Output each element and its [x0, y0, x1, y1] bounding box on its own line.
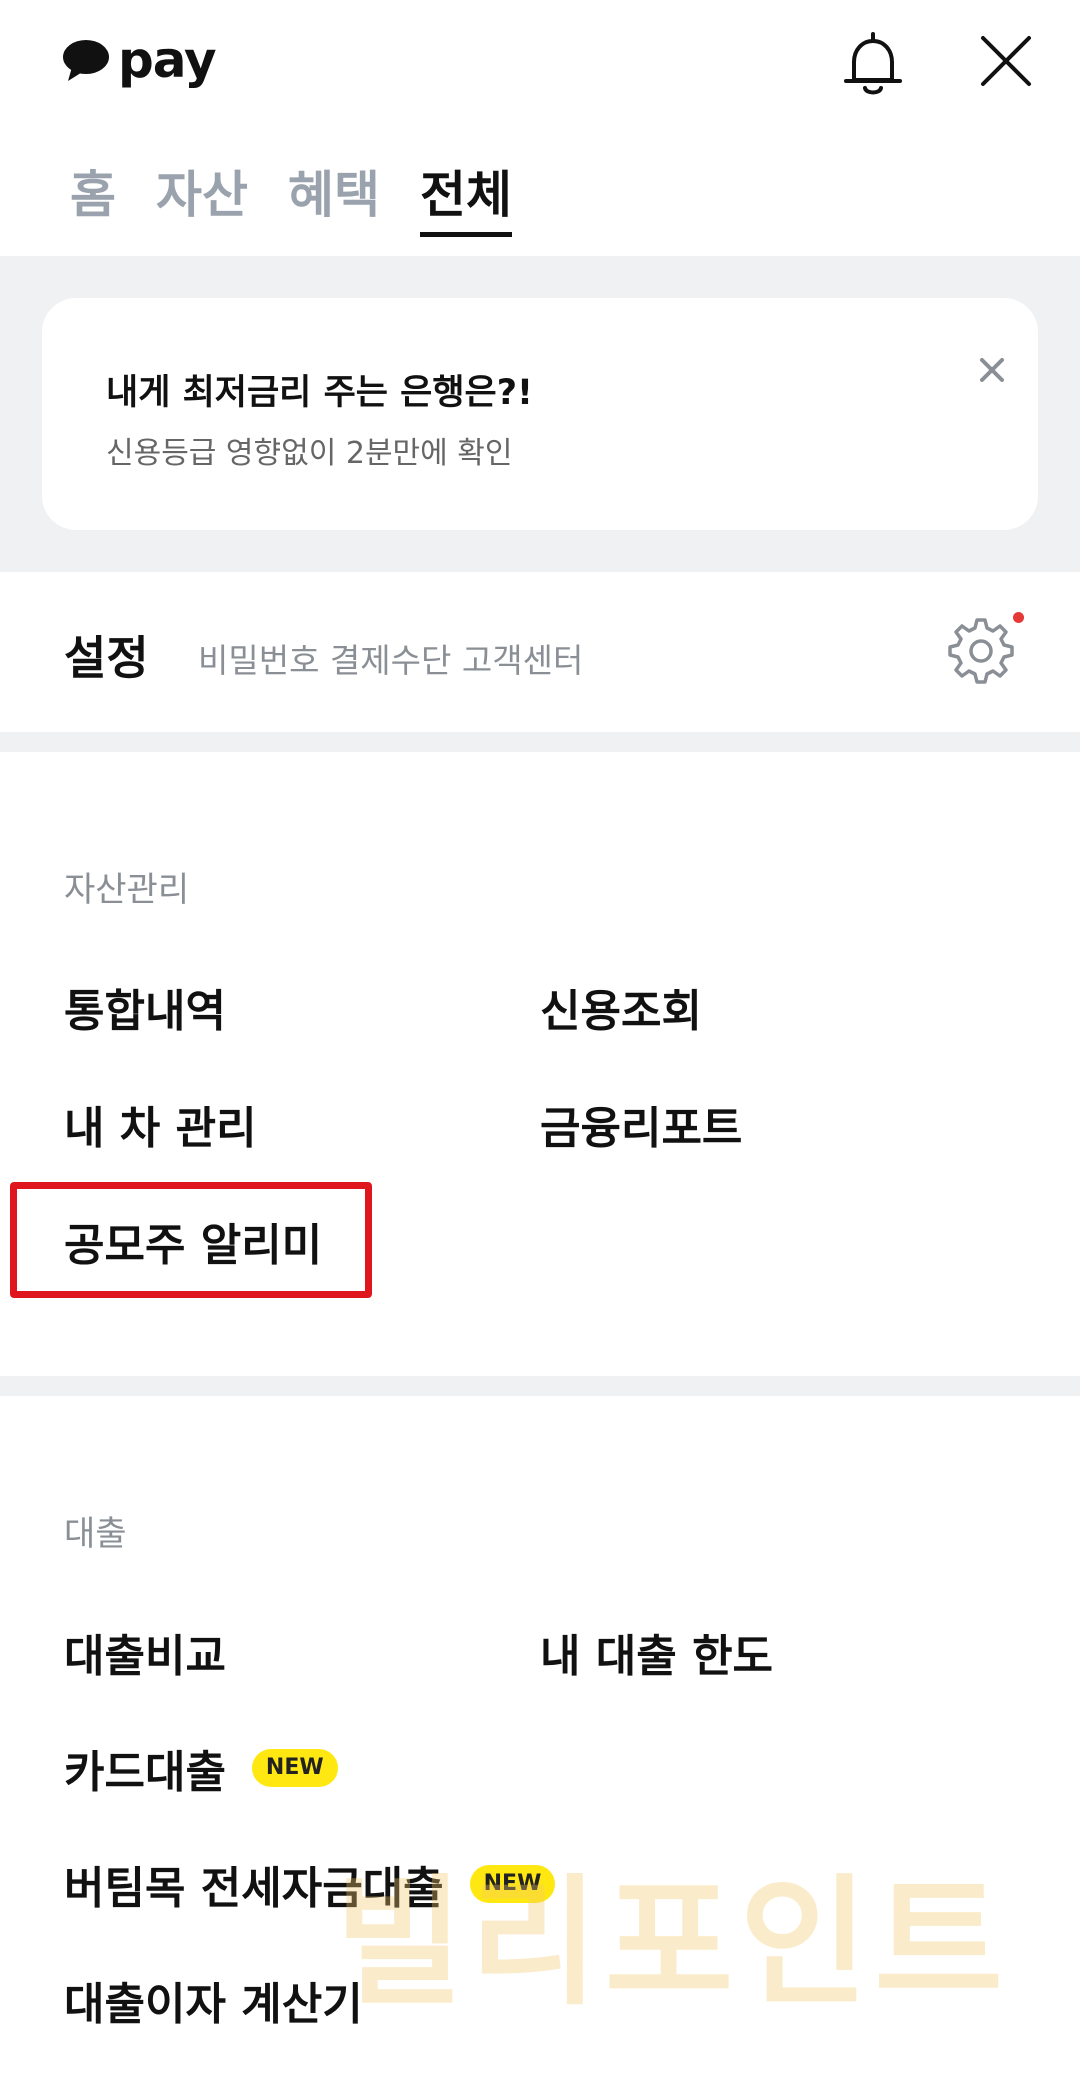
- gear-icon: [948, 618, 1014, 684]
- tab-benefits[interactable]: 혜택: [288, 160, 380, 235]
- top-bar: pay: [0, 0, 1080, 125]
- asset-section-label: 자산관리: [64, 870, 190, 910]
- menu-item-credit-check[interactable]: 신용조회: [540, 975, 702, 1039]
- highlight-box: [10, 1182, 372, 1298]
- settings-button[interactable]: [946, 616, 1016, 686]
- speech-bubble-icon: [62, 39, 110, 81]
- menu-item-car-management[interactable]: 내 차 관리: [64, 1092, 257, 1156]
- close-button[interactable]: [975, 30, 1037, 92]
- section-divider: [0, 732, 1080, 752]
- banner-close-button[interactable]: [972, 350, 1012, 390]
- section-divider: [0, 1376, 1080, 1396]
- banner-title: 내게 최저금리 주는 은행은?!: [106, 373, 534, 413]
- tab-assets[interactable]: 자산: [156, 160, 248, 235]
- main-tabs: 홈 자산 혜택 전체: [70, 160, 512, 237]
- menu-item-label: 카드대출: [64, 1747, 226, 1798]
- tab-home[interactable]: 홈: [70, 160, 116, 235]
- menu-item-label: 내 대출 한도: [540, 1631, 774, 1682]
- tab-all[interactable]: 전체: [420, 160, 512, 237]
- menu-item-loan-compare[interactable]: 대출비교: [64, 1620, 226, 1684]
- menu-item-label: 대출비교: [64, 1631, 226, 1682]
- settings-row[interactable]: 설정 비밀번호 결제수단 고객센터: [0, 572, 1080, 732]
- new-badge: NEW: [251, 1749, 338, 1787]
- watermark: 빌리포인트: [335, 1862, 1010, 2025]
- menu-item-integrated-history[interactable]: 통합내역: [64, 975, 226, 1039]
- close-icon: [980, 358, 1004, 382]
- settings-description: 비밀번호 결제수단 고객센터: [198, 641, 584, 680]
- menu-item-label: 대출이자 계산기: [64, 1979, 363, 2030]
- promo-banner[interactable]: 내게 최저금리 주는 은행은?! 신용등급 영향없이 2분만에 확인: [42, 298, 1038, 530]
- menu-item-my-loan-limit[interactable]: 내 대출 한도: [540, 1620, 773, 1684]
- notification-dot: [1013, 612, 1024, 623]
- banner-subtitle: 신용등급 영향없이 2분만에 확인: [106, 436, 513, 471]
- notification-bell-button[interactable]: [838, 30, 908, 100]
- loan-section-label: 대출: [64, 1514, 127, 1554]
- menu-item-finance-report[interactable]: 금융리포트: [540, 1092, 742, 1156]
- bell-icon: [844, 32, 902, 95]
- menu-item-loan-interest-calculator[interactable]: 대출이자 계산기: [64, 1968, 363, 2032]
- logo-text: pay: [118, 31, 217, 89]
- close-icon: [981, 36, 1031, 86]
- menu-item-card-loan[interactable]: 카드대출 NEW: [64, 1736, 338, 1800]
- settings-title: 설정: [64, 631, 149, 685]
- kakaopay-logo: pay: [62, 30, 217, 90]
